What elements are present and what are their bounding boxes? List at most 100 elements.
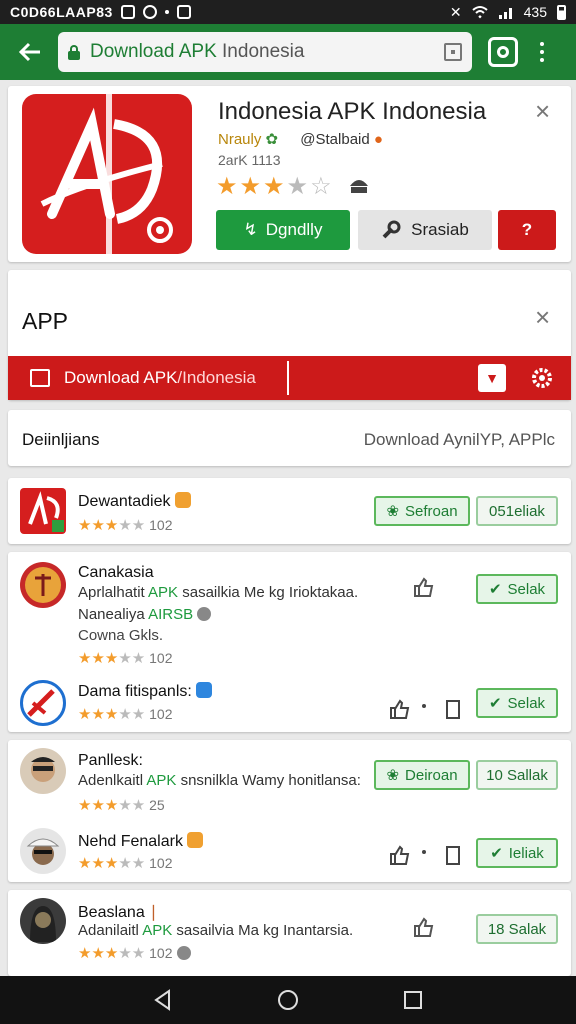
- wifi-icon: [471, 6, 488, 19]
- row-rating: ★★★★★ 102: [78, 706, 173, 723]
- list-group: Canakasia Aprlalhatit APK sasailkia Me k…: [8, 552, 571, 732]
- dot-icon: [422, 850, 426, 854]
- thumbs-up-icon[interactable]: [412, 576, 434, 598]
- row-title: Dewantadiek: [78, 492, 191, 511]
- list-item[interactable]: Dewantadiek ★★★★★ 102 ❀ Sefroan 051eliak: [8, 478, 571, 544]
- verified-icon: [176, 946, 191, 960]
- app-section-card: APP × Download APK/Indonesia ▼: [8, 270, 571, 400]
- leaf-icon: ❀: [386, 767, 400, 784]
- badge-icon: [186, 832, 203, 848]
- row-secondary-button[interactable]: 051eliak: [476, 496, 558, 526]
- app-developer-line: Nrauly ✿ @Stalbaid ●: [218, 130, 383, 148]
- row-rating: ★★★★★ 102: [78, 517, 173, 534]
- help-button[interactable]: ?: [498, 210, 556, 250]
- nav-recents-icon[interactable]: [401, 988, 425, 1012]
- bookmark-icon[interactable]: [442, 844, 464, 866]
- definitions-value[interactable]: Download AynilYP, APPlc: [364, 430, 555, 450]
- leaf-icon: ✿: [265, 131, 279, 148]
- app-logo: [22, 94, 192, 254]
- avatar: [20, 562, 66, 608]
- search-button[interactable]: Srasiab: [358, 210, 492, 250]
- row-rating: ★★★★★ 102: [78, 650, 173, 667]
- row-description: Adanilaitl APK sasailvia Ma kg Inantarsi…: [78, 922, 354, 939]
- app-header-card: Indonesia APK Indonesia × Nrauly ✿ @Stal…: [8, 86, 571, 262]
- check-icon: ✔: [488, 695, 502, 712]
- avatar: [20, 828, 66, 874]
- avatar: [20, 748, 66, 794]
- system-nav-bar: [0, 976, 576, 1024]
- row-title: Canakasia: [78, 564, 154, 581]
- definitions-label: Deiinljians: [22, 430, 100, 449]
- sim-icon: [120, 5, 135, 19]
- app-icon: [20, 488, 66, 534]
- section-title: APP: [22, 308, 69, 334]
- download-bar-text: Download APK/Indonesia: [64, 368, 256, 388]
- tabs-button[interactable]: [488, 37, 518, 67]
- reader-mode-icon[interactable]: [444, 43, 462, 61]
- row-primary-button[interactable]: ❀ Sefroan: [374, 496, 470, 526]
- overflow-menu-button[interactable]: [534, 42, 550, 62]
- row-rating: ★★★★★ 25: [78, 797, 165, 814]
- row-action-button[interactable]: ✔ Ieliak: [476, 838, 558, 868]
- dot-icon: [422, 704, 426, 708]
- chevron-down-icon[interactable]: ▼: [478, 364, 506, 392]
- check-icon: ✔: [488, 581, 502, 598]
- verified-icon: [197, 607, 212, 621]
- battery-icon: [557, 4, 566, 20]
- torch-icon: ❘: [146, 904, 161, 921]
- download-button[interactable]: ↯ Dgndlly: [216, 210, 350, 250]
- bookmark-icon[interactable]: [442, 698, 464, 720]
- edit-icon: [176, 5, 191, 19]
- url-main: Download APK: [90, 41, 217, 62]
- download-bar-host: /Indonesia: [177, 368, 256, 387]
- row-title: Panllesk:: [78, 752, 143, 769]
- thumbs-up-icon[interactable]: [388, 698, 410, 720]
- download-bar-main: Download APK: [64, 368, 178, 387]
- app-rating: ★★★★☆: [216, 173, 334, 200]
- app-icon: [20, 680, 66, 726]
- gear-icon[interactable]: [528, 364, 556, 392]
- sync-icon: [142, 5, 157, 19]
- arrow-left-icon: [18, 42, 40, 62]
- url-text: Download APK Indonesia: [90, 41, 444, 63]
- row-title: Dama fitispanls:: [78, 682, 212, 701]
- row-description: Adenlkaitl APK snsnilkla Wamy honitlansa…: [78, 772, 361, 789]
- row-primary-button[interactable]: ❀ Deiroan: [374, 760, 470, 790]
- browser-toolbar: Download APK Indonesia: [0, 24, 576, 80]
- row-size: Cowna Gkls.: [78, 627, 164, 644]
- row-rating: ★★★★★ 102: [78, 855, 173, 872]
- status-bar: C0D66LAAP83 ✕ 435: [0, 0, 576, 24]
- avatar: [20, 898, 66, 944]
- developer-name[interactable]: Nrauly: [218, 131, 261, 148]
- row-action-button[interactable]: ✔ Selak: [476, 574, 558, 604]
- badge-icon: [195, 682, 212, 698]
- app-meta: 2arK 1113: [218, 152, 281, 168]
- definitions-card: Deiinljians Download AynilYP, APPlc: [8, 410, 571, 466]
- url-bar[interactable]: Download APK Indonesia: [58, 32, 472, 72]
- download-bar[interactable]: Download APK/Indonesia ▼: [8, 356, 571, 400]
- url-host: Indonesia: [222, 41, 305, 62]
- nav-back-icon[interactable]: [151, 988, 175, 1012]
- row-title: Nehd Fenalark: [78, 832, 203, 851]
- developer-handle[interactable]: @Stalbaid: [300, 131, 369, 148]
- signal-icon: [498, 8, 512, 19]
- wrench-icon: [382, 220, 401, 239]
- list-item[interactable]: Beaslana ❘ Adanilaitl APK sasailvia Ma kg…: [8, 890, 571, 976]
- lock-icon: [68, 45, 80, 60]
- row-secondary-button[interactable]: 10 Sallak: [476, 760, 558, 790]
- row-action-button[interactable]: 18 Salak: [476, 914, 558, 944]
- thumbs-up-icon[interactable]: [388, 844, 410, 866]
- list-group: Panllesk: Adenlkaitl APK snsnilkla Wamy …: [8, 740, 571, 882]
- thumbs-up-icon[interactable]: [412, 916, 434, 938]
- fire-icon: ●: [373, 131, 383, 148]
- back-button[interactable]: [10, 32, 50, 72]
- nav-home-icon[interactable]: [276, 988, 300, 1012]
- close-icon[interactable]: ×: [535, 302, 550, 333]
- row-action-button[interactable]: ✔ Selak: [476, 688, 558, 718]
- dot-icon: [164, 10, 169, 14]
- help-button-label: ?: [521, 220, 533, 239]
- close-icon[interactable]: ×: [535, 96, 550, 127]
- search-button-label: Srasiab: [411, 220, 469, 239]
- row-description: Aprlalhatit APK sasailkia Me kg Irioktak…: [78, 584, 359, 601]
- status-carrier: C0D66LAAP83: [10, 4, 113, 20]
